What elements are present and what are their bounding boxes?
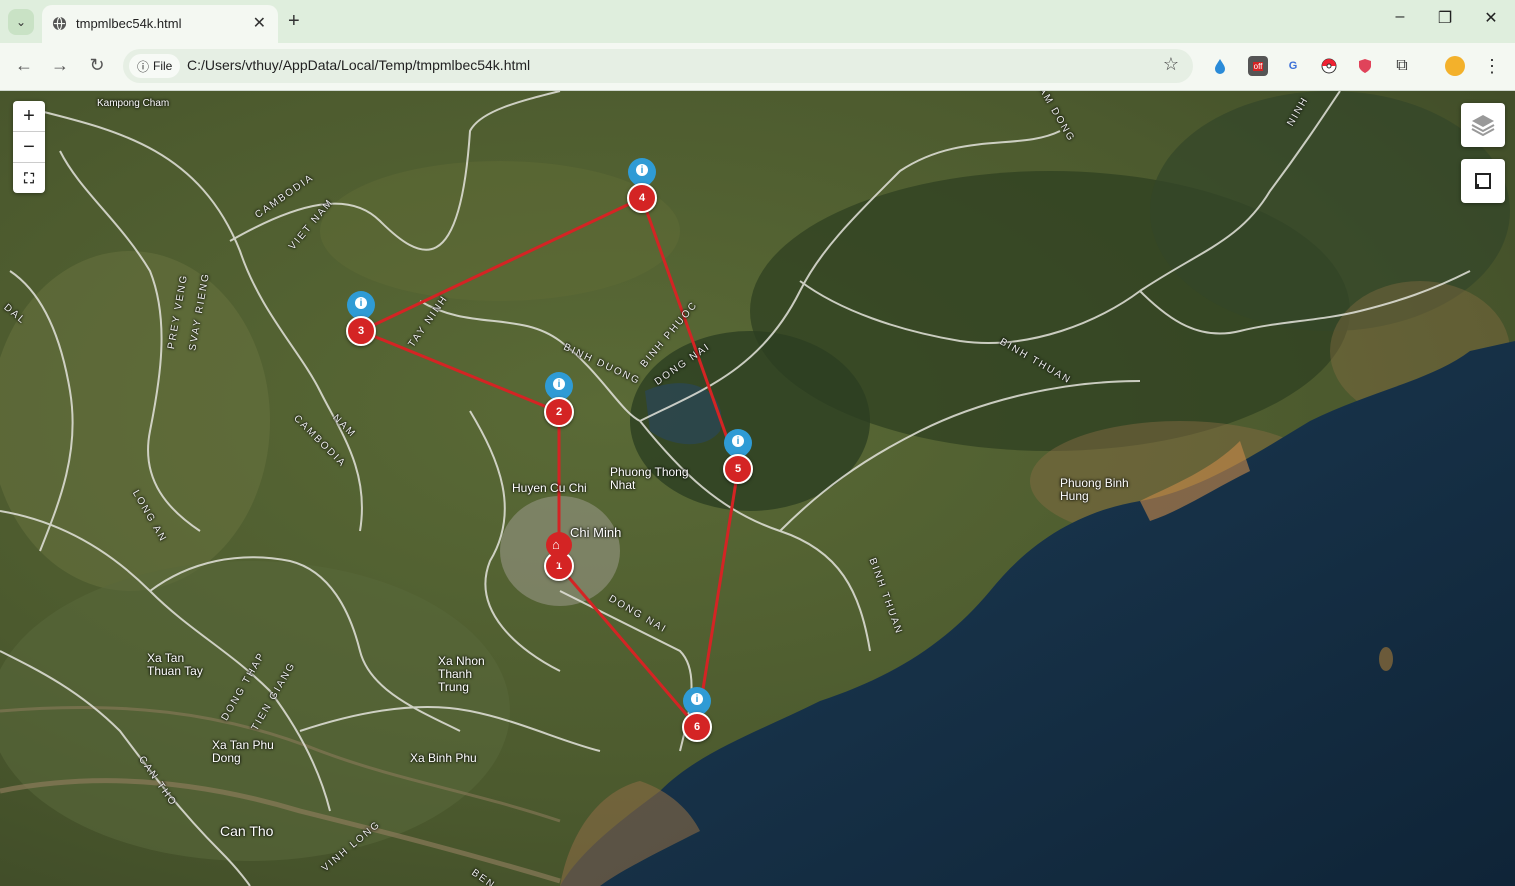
site-info-chip[interactable]: ⓘ File (129, 54, 181, 78)
avatar[interactable] (1445, 56, 1465, 76)
tab-search-button[interactable]: ⌄ (8, 9, 34, 35)
close-window-button[interactable]: ✕ (1476, 8, 1506, 28)
info-pin-6[interactable]: i (677, 681, 717, 721)
info-icon: i (732, 435, 744, 447)
rectangle-icon (1475, 173, 1491, 189)
satellite-basemap (0, 91, 1515, 886)
restore-button[interactable]: ❐ (1430, 8, 1460, 28)
url-text: C:/Users/vthuy/AppData/Local/Temp/tmpmlb… (187, 57, 531, 73)
info-icon: i (553, 378, 565, 390)
layers-button[interactable] (1461, 103, 1505, 147)
stop-marker-3[interactable]: 3 (346, 316, 376, 346)
layers-icon (1471, 115, 1495, 137)
label-phuong-thong-nhat: Phuong Thong Nhat (610, 465, 689, 492)
minimize-button[interactable]: – (1385, 8, 1415, 26)
label-can-tho: Can Tho (220, 823, 274, 839)
stop-marker-5[interactable]: 5 (723, 454, 753, 484)
info-pin-4[interactable]: i (622, 152, 662, 192)
info-pin-3[interactable]: i (341, 285, 381, 325)
info-icon: ⓘ (137, 59, 150, 74)
browser-tab[interactable]: tmpmlbec54k.html ✕ (42, 5, 278, 43)
reload-button[interactable]: ↻ (85, 55, 109, 76)
file-chip-label: File (153, 59, 173, 73)
extension-shield-icon[interactable] (1355, 56, 1375, 76)
zoom-out-button[interactable]: − (13, 132, 45, 163)
tab-title: tmpmlbec54k.html (76, 16, 182, 31)
more-menu-icon[interactable]: ⋮ (1482, 56, 1502, 76)
info-pin-5[interactable]: i (718, 423, 758, 463)
back-button[interactable]: ← (12, 55, 36, 76)
extensions-puzzle-icon[interactable]: ⧉ (1392, 56, 1412, 76)
fullscreen-button[interactable]: ⛶ (13, 163, 45, 193)
label-phuong-binh-hung: Phuong Binh Hung (1060, 476, 1129, 503)
map-view[interactable]: Kampong Cham CAMBODIA VIET NAM PREY VENG… (0, 91, 1515, 886)
zoom-control: + − ⛶ (13, 101, 45, 193)
bookmark-star-icon[interactable]: ☆ (1163, 54, 1179, 75)
info-pin-2[interactable]: i (539, 366, 579, 406)
new-tab-button[interactable]: + (288, 10, 300, 33)
info-icon: i (691, 693, 703, 705)
fullscreen-icon: ⛶ (24, 169, 34, 186)
label-ho-chi-minh: Chi Minh (570, 525, 622, 540)
extension-off-icon[interactable]: off (1248, 56, 1268, 76)
extension-translate-icon[interactable]: G (1283, 56, 1303, 76)
browser-tab-strip: ⌄ tmpmlbec54k.html ✕ + – ❐ ✕ (0, 0, 1515, 43)
forward-button[interactable]: → (48, 55, 72, 76)
extension-drop-icon[interactable] (1210, 56, 1230, 76)
home-pin[interactable]: ⌂ (540, 526, 578, 564)
stop-marker-2[interactable]: 2 (544, 397, 574, 427)
draw-rectangle-button[interactable] (1461, 159, 1505, 203)
label-xa-tan-thuan-tay: Xa Tan Thuan Tay (147, 651, 203, 678)
extension-off-badge: off (1252, 61, 1264, 71)
stop-marker-4[interactable]: 4 (627, 183, 657, 213)
browser-toolbar: ← → ↻ ⓘ File C:/Users/vthuy/AppData/Loca… (0, 43, 1515, 91)
label-huyen-cu-chi: Huyen Cu Chi (512, 481, 587, 495)
stop-marker-6[interactable]: 6 (682, 712, 712, 742)
globe-icon (52, 16, 67, 31)
zoom-in-button[interactable]: + (13, 101, 45, 132)
label-xa-nhon-thanh-trung: Xa Nhon Thanh Trung (438, 654, 485, 694)
extension-pokeball-icon[interactable] (1319, 56, 1339, 76)
label-xa-tan-phu-dong: Xa Tan Phu Dong (212, 738, 274, 765)
label-kampong-cham: Kampong Cham (97, 98, 170, 109)
address-bar[interactable]: ⓘ File C:/Users/vthuy/AppData/Local/Temp… (123, 49, 1193, 83)
label-xa-binh-phu: Xa Binh Phu (410, 751, 477, 765)
info-icon: i (636, 164, 648, 176)
tab-close-icon[interactable]: ✕ (253, 13, 266, 33)
chevron-down-icon: ⌄ (15, 15, 27, 29)
home-icon: ⌂ (552, 537, 560, 552)
info-icon: i (355, 297, 367, 309)
